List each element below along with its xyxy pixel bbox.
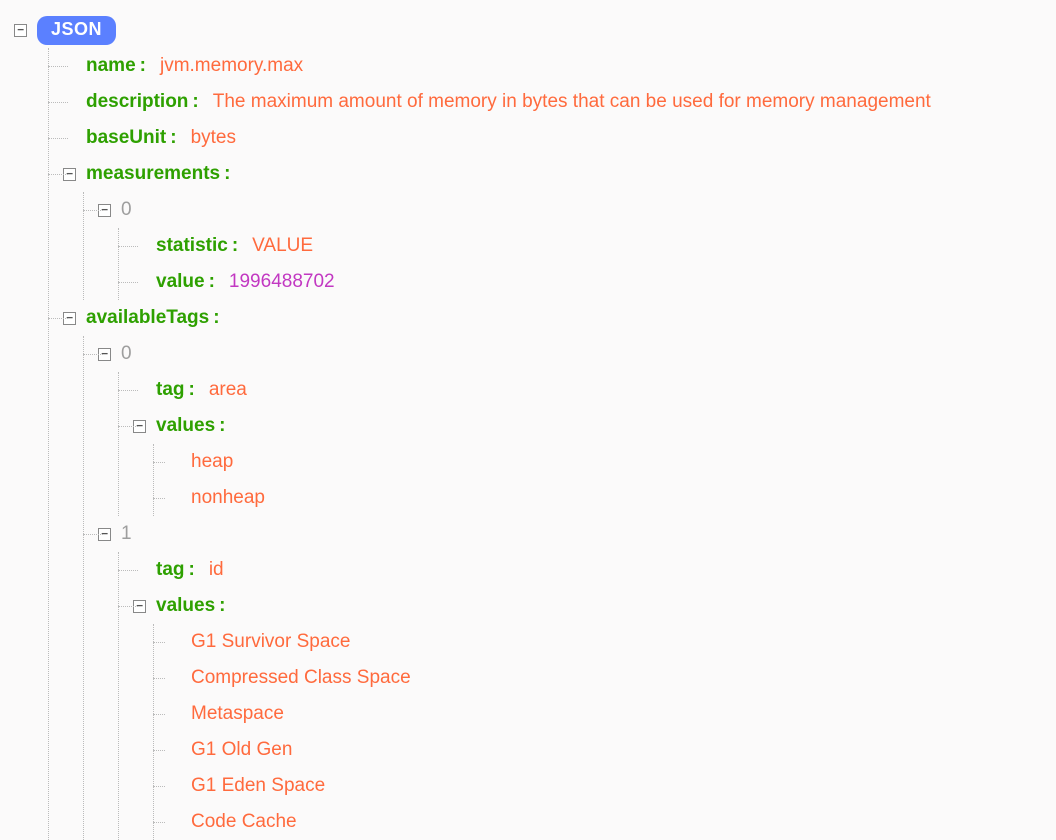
key-label: statistic	[156, 235, 228, 257]
value-text: The maximum amount of memory in bytes th…	[213, 91, 931, 113]
list-item: Compressed Class Space	[154, 660, 1056, 696]
array-item: − 0 tag : area	[84, 336, 1056, 516]
toggle-collapse-icon[interactable]: −	[98, 348, 111, 361]
toggle-collapse-icon[interactable]: −	[133, 420, 146, 433]
field-tag: tag : id	[119, 552, 1056, 588]
json-badge: JSON	[37, 16, 116, 45]
toggle-collapse-icon[interactable]: −	[98, 204, 111, 217]
value-text: heap	[191, 451, 233, 473]
list-item: G1 Eden Space	[154, 768, 1056, 804]
colon: :	[219, 595, 225, 617]
list-item: heap	[154, 444, 1056, 480]
array-item: − 0 statistic : VALUE	[84, 192, 1056, 300]
toggle-collapse-icon[interactable]: −	[63, 312, 76, 325]
colon: :	[189, 559, 195, 581]
key-label: tag	[156, 379, 185, 401]
key-label: measurements	[86, 163, 220, 185]
key-label: name	[86, 55, 136, 77]
value-text: Metaspace	[191, 703, 284, 725]
key-label: values	[156, 415, 215, 437]
root-node: − JSON name : jvm.memory.max description…	[14, 12, 1056, 840]
value-text: nonheap	[191, 487, 265, 509]
key-label: description	[86, 91, 188, 113]
value-text: VALUE	[252, 235, 313, 257]
list-item: Code Cache	[154, 804, 1056, 840]
colon: :	[213, 307, 219, 329]
field-description: description : The maximum amount of memo…	[49, 84, 1056, 120]
field-value: value : 1996488702	[119, 264, 1056, 300]
value-number: 1996488702	[229, 271, 335, 293]
value-text: G1 Eden Space	[191, 775, 325, 797]
value-text: Compressed Class Space	[191, 667, 411, 689]
colon: :	[140, 55, 146, 77]
colon: :	[189, 379, 195, 401]
field-values: − values : G1 Survivor Space Comp	[119, 588, 1056, 840]
value-text: G1 Old Gen	[191, 739, 292, 761]
list-item: nonheap	[154, 480, 1056, 516]
list-item: G1 Survivor Space	[154, 624, 1056, 660]
value-text: Code Cache	[191, 811, 297, 833]
value-text: bytes	[191, 127, 236, 149]
colon: :	[224, 163, 230, 185]
key-label: value	[156, 271, 205, 293]
field-name: name : jvm.memory.max	[49, 48, 1056, 84]
field-baseunit: baseUnit : bytes	[49, 120, 1056, 156]
array-index: 1	[121, 523, 132, 545]
value-text: id	[209, 559, 224, 581]
list-item: Metaspace	[154, 696, 1056, 732]
list-item: G1 Old Gen	[154, 732, 1056, 768]
array-index: 0	[121, 199, 132, 221]
colon: :	[192, 91, 198, 113]
key-label: values	[156, 595, 215, 617]
value-text: G1 Survivor Space	[191, 631, 350, 653]
field-values: − values : heap nonheap	[119, 408, 1056, 516]
toggle-collapse-icon[interactable]: −	[14, 24, 27, 37]
value-text: jvm.memory.max	[160, 55, 303, 77]
key-label: tag	[156, 559, 185, 581]
colon: :	[232, 235, 238, 257]
toggle-collapse-icon[interactable]: −	[63, 168, 76, 181]
array-item: − 1 tag : id	[84, 516, 1056, 840]
colon: :	[170, 127, 176, 149]
colon: :	[209, 271, 215, 293]
field-availabletags: − availableTags : − 0	[49, 300, 1056, 840]
json-tree-viewer: − JSON name : jvm.memory.max description…	[0, 0, 1056, 840]
field-measurements: − measurements : − 0	[49, 156, 1056, 300]
colon: :	[219, 415, 225, 437]
key-label: availableTags	[86, 307, 209, 329]
value-text: area	[209, 379, 247, 401]
toggle-collapse-icon[interactable]: −	[98, 528, 111, 541]
array-index: 0	[121, 343, 132, 365]
field-statistic: statistic : VALUE	[119, 228, 1056, 264]
field-tag: tag : area	[119, 372, 1056, 408]
key-label: baseUnit	[86, 127, 166, 149]
toggle-collapse-icon[interactable]: −	[133, 600, 146, 613]
